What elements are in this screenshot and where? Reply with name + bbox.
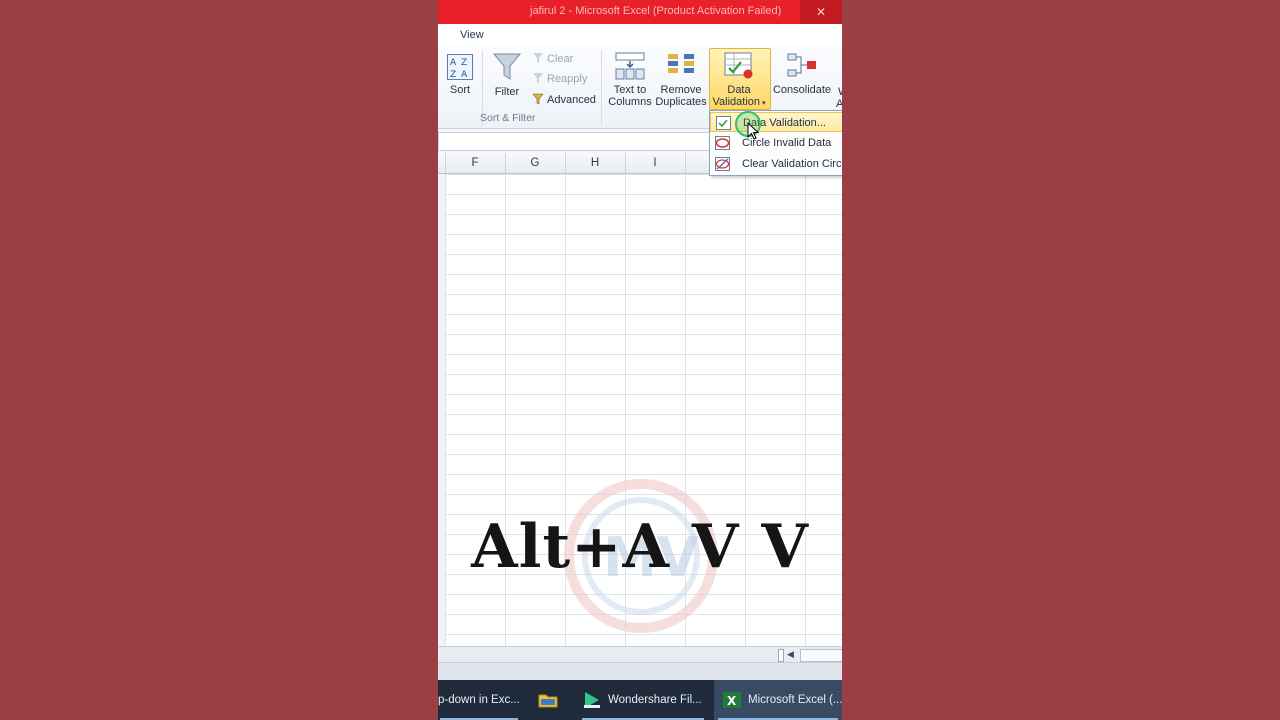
taskbar-label: Wondershare Fil...	[608, 694, 702, 706]
text-to-columns-label-2: Columns	[608, 96, 652, 108]
group-label-sort-filter: Sort & Filter	[480, 112, 536, 124]
excel-window: jafirul 2 - Microsoft Excel (Product Act…	[438, 0, 842, 720]
window-title: jafirul 2 - Microsoft Excel (Product Act…	[530, 5, 782, 17]
text-to-columns-label-1: Text to	[613, 84, 647, 96]
partial-label-2: A	[836, 98, 842, 110]
consolidate-button[interactable]: Consolidate	[772, 52, 832, 96]
data-validation-icon	[724, 52, 753, 79]
taskbar-item-video[interactable]: p-down in Exc...	[438, 680, 520, 720]
svg-text:A: A	[461, 70, 468, 80]
chevron-down-icon: ▾	[760, 100, 766, 107]
clear-circles-icon	[715, 157, 730, 171]
filter-label: Filter	[494, 86, 520, 98]
column-header-i[interactable]: I	[625, 153, 686, 173]
taskbar: p-down in Exc... Wondershare Fil... X Mi…	[438, 680, 842, 720]
menu-item-circle-invalid-data[interactable]: Circle Invalid Data	[710, 133, 842, 153]
reapply-button[interactable]: Reapply	[532, 72, 587, 85]
clear-button[interactable]: Clear	[532, 52, 573, 65]
data-validation-label-1: Data	[727, 84, 751, 96]
close-icon[interactable]: ✕	[800, 0, 842, 24]
funnel-icon	[493, 53, 521, 80]
svg-text:A: A	[450, 58, 457, 68]
column-header-g[interactable]: G	[505, 153, 566, 173]
text-to-columns-icon	[615, 52, 645, 80]
remove-duplicates-button[interactable]: Remove Duplicates	[654, 52, 708, 108]
svg-text:Z: Z	[450, 70, 456, 80]
partial-label-1: W	[838, 86, 842, 98]
wondershare-icon	[584, 691, 600, 708]
formula-input[interactable]	[438, 132, 712, 151]
sort-az-icon: A Z Z A	[447, 54, 473, 80]
scroll-left-icon[interactable]: ◀	[787, 649, 794, 660]
menu-item-data-validation[interactable]: Data Validation...	[710, 112, 842, 132]
ribbon-tab-row: View	[438, 24, 842, 47]
horizontal-scrollbar[interactable]: ◀	[438, 646, 842, 663]
sort-button[interactable]: A Z Z A Sort	[446, 54, 474, 96]
excel-icon: X	[723, 691, 741, 708]
scroll-thumb[interactable]	[800, 649, 842, 662]
menu-item-clear-validation-circles[interactable]: Clear Validation Circles	[710, 154, 842, 174]
advanced-button[interactable]: Advanced	[532, 93, 596, 106]
circle-invalid-icon	[715, 136, 730, 150]
scroll-split-handle[interactable]	[778, 649, 784, 662]
consolidate-icon	[787, 53, 816, 77]
tab-view[interactable]: View	[460, 29, 484, 41]
taskbar-item-excel[interactable]: X Microsoft Excel (...	[714, 680, 842, 720]
remove-duplicates-label-2: Duplicates	[655, 96, 707, 108]
taskbar-item-wondershare[interactable]: Wondershare Fil...	[578, 680, 708, 720]
text-to-columns-button[interactable]: Text to Columns	[606, 52, 654, 108]
svg-text:Z: Z	[461, 58, 467, 68]
data-validation-button[interactable]: Data Validation ▾	[709, 52, 769, 110]
taskbar-label: Microsoft Excel (...	[748, 694, 842, 706]
consolidate-label: Consolidate	[772, 84, 832, 96]
title-bar: jafirul 2 - Microsoft Excel (Product Act…	[438, 0, 842, 24]
reapply-icon	[533, 73, 543, 83]
data-validation-menu: Data Validation... Circle Invalid Data C…	[709, 110, 842, 176]
shortcut-overlay-text: Alt+A V V	[471, 512, 809, 582]
column-header-f[interactable]: F	[445, 153, 506, 173]
mouse-pointer-icon	[747, 122, 759, 140]
taskbar-item-explorer[interactable]	[532, 680, 564, 720]
menu-item-label: Clear Validation Circles	[742, 158, 842, 170]
data-validation-label-2: Validation	[712, 96, 761, 108]
clear-filter-icon	[533, 53, 543, 63]
status-bar	[438, 662, 842, 681]
svg-text:X: X	[727, 694, 737, 708]
taskbar-label: p-down in Exc...	[438, 694, 520, 706]
remove-duplicates-label-1: Remove	[660, 84, 702, 96]
advanced-label: Advanced	[547, 94, 596, 106]
folder-icon	[538, 694, 558, 708]
reapply-label: Reapply	[547, 73, 588, 85]
advanced-filter-icon	[532, 93, 544, 105]
remove-duplicates-icon	[668, 54, 694, 73]
column-header-h[interactable]: H	[565, 153, 626, 173]
separator	[601, 50, 602, 126]
data-validation-small-icon	[716, 116, 731, 130]
filter-button[interactable]: Filter	[492, 52, 522, 98]
clear-label: Clear	[547, 53, 574, 65]
sort-label: Sort	[449, 84, 471, 96]
